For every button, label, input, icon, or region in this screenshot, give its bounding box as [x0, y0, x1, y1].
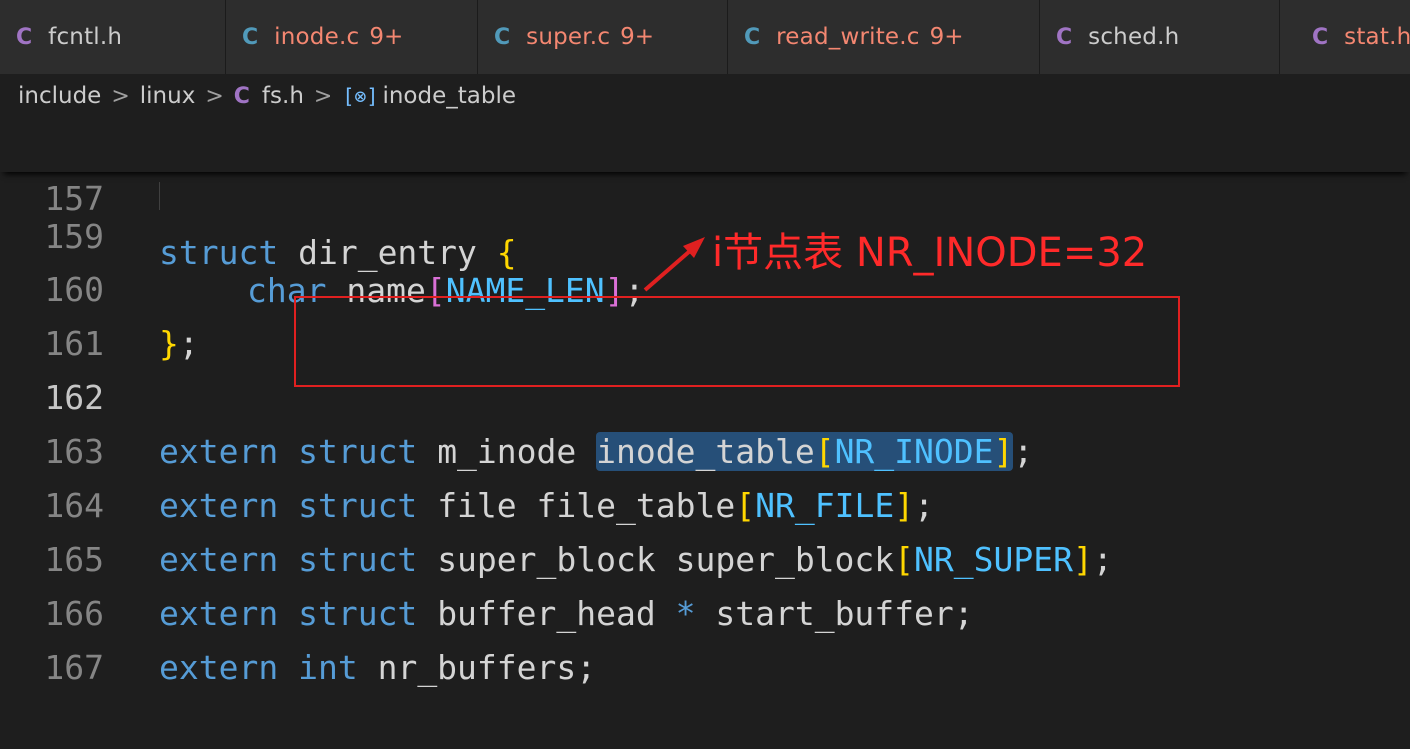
keyword: extern — [159, 648, 279, 687]
annotation-arrow-icon — [643, 237, 705, 292]
code-line: extern int nr_buffers; — [159, 641, 596, 695]
identifier: nr_buffers — [377, 648, 577, 687]
keyword: int — [298, 648, 358, 687]
semicolon: ; — [576, 648, 597, 687]
line-number: 167 — [44, 648, 104, 687]
annotation-label: i节点表 NR_INODE=32 — [712, 230, 1148, 276]
